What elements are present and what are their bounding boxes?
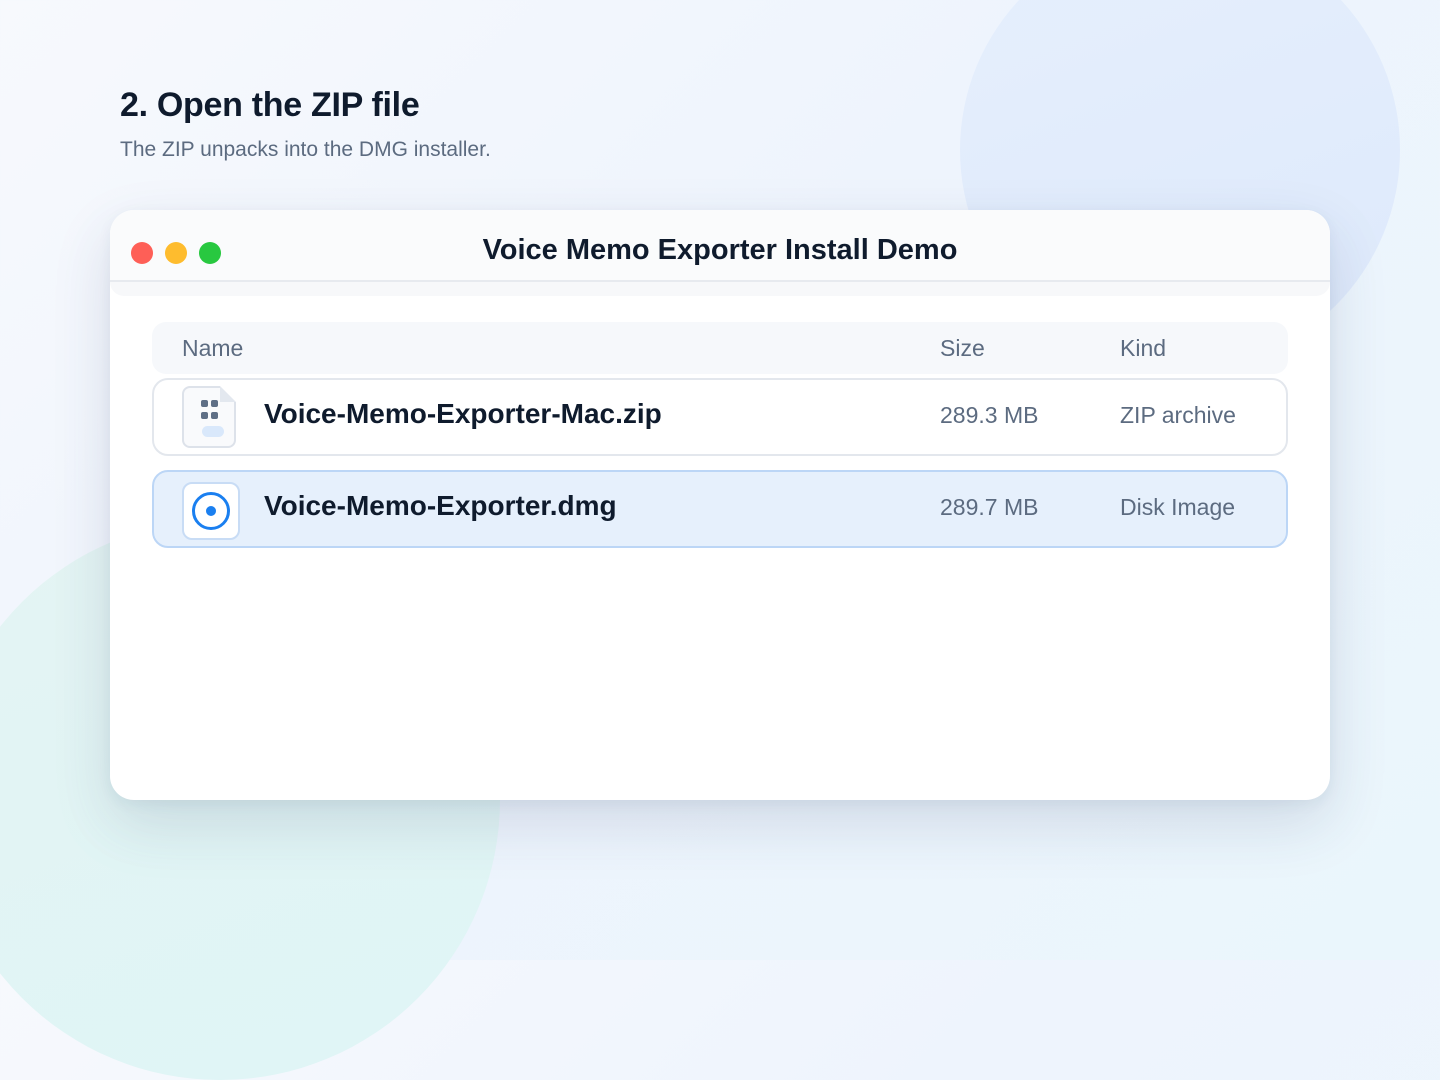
file-row-dmg[interactable]: Voice-Memo-Exporter.dmg 289.7 MB Disk Im…	[152, 470, 1288, 548]
column-header-size[interactable]: Size	[940, 335, 985, 362]
file-name: Voice-Memo-Exporter.dmg	[264, 490, 617, 521]
column-header-name[interactable]: Name	[182, 335, 243, 362]
file-list-header: Name Size Kind	[152, 322, 1288, 374]
file-size: 289.3 MB	[940, 402, 1039, 428]
file-kind: ZIP archive	[1120, 402, 1236, 428]
disk-image-icon	[182, 482, 240, 540]
step-heading: 2. Open the ZIP file	[120, 86, 420, 124]
file-name: Voice-Memo-Exporter-Mac.zip	[264, 398, 662, 429]
finder-window: Voice Memo Exporter Install Demo Name Si…	[110, 210, 1330, 800]
window-titlebar: Voice Memo Exporter Install Demo	[110, 210, 1330, 282]
step-subtitle: The ZIP unpacks into the DMG installer.	[120, 138, 491, 161]
file-size: 289.7 MB	[940, 494, 1039, 520]
file-kind: Disk Image	[1120, 494, 1236, 520]
column-header-kind[interactable]: Kind	[1120, 335, 1166, 362]
zip-archive-icon	[182, 386, 236, 448]
titlebar-shadow	[110, 282, 1330, 296]
file-row-zip[interactable]: Voice-Memo-Exporter-Mac.zip 289.3 MB ZIP…	[152, 378, 1288, 456]
window-title: Voice Memo Exporter Install Demo	[482, 234, 958, 266]
